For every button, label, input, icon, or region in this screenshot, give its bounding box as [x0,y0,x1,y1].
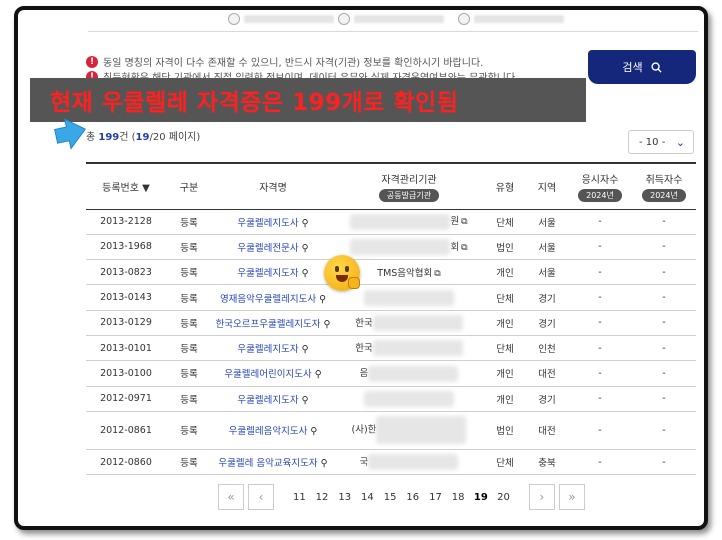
page-link[interactable]: 11 [288,492,311,503]
page-size-select[interactable]: - 10 - ⌄ [628,130,694,154]
page-link[interactable]: 16 [401,492,424,503]
search-icon: ⚲ [301,394,309,406]
certificate-name-link[interactable]: 우쿨렐레음악지도사 ⚲ [212,411,334,449]
header-kind: 유형 [495,182,515,194]
search-icon: ⚲ [301,344,309,356]
certificate-name-link[interactable]: 한국오르프우쿨렐레지도자 ⚲ [212,310,334,335]
chevron-down-icon: ⌄ [675,135,685,149]
org-cell[interactable]: 회 ⧉ [334,234,484,259]
header-acquirers: 취득자수 2024년 [632,163,696,209]
notice-text: 동일 명칭의 자격이 다수 존재할 수 있으니, 반드시 자격(기관) 정보를 … [103,58,484,69]
certificate-table: 등록번호 ▼ 구분 자격명 자격관리기관 공동발급기관 유형 지역 응시자수 2… [86,162,696,475]
last-page-button[interactable]: » [558,484,585,510]
search-icon: ⚲ [314,369,322,381]
org-cell[interactable]: 한국 [334,335,484,360]
table-row: 2012-0860 등록 우쿨렐레 음악교육지도자 ⚲ 국 단체 충북 - - [86,449,696,475]
header-region: 지역 [537,182,557,194]
table-row: 2013-0129 등록 한국오르프우쿨렐레지도자 ⚲ 한국 개인 경기 - - [86,310,696,336]
page-link[interactable]: 18 [447,492,470,503]
notice-line: ! 동일 명칭의 자격이 다수 존재할 수 있으니, 반드시 자격(기관) 정보… [86,54,483,69]
org-cell[interactable]: 음 [334,361,484,386]
org-cell[interactable]: 한국 [334,310,484,335]
page-link[interactable]: 13 [333,492,356,503]
search-label: 검색 [622,61,643,74]
header-org-sub: 공동발급기관 [378,188,440,202]
page-link-current[interactable]: 19 [470,492,493,503]
table-row: 2013-0101 등록 우쿨렐레지도자 ⚲ 한국 단체 인천 - - [86,335,696,361]
table-row: 2012-0971 등록 우쿨렐레지도자 ⚲ 개인 경기 - - [86,386,696,412]
search-icon: ⚲ [301,217,309,229]
org-cell[interactable]: (사)한 [334,411,484,449]
table-row: 2013-0823 등록 우쿨렐레지도자 ⚲ TMS음악협회 ⧉ 개인 서울 - - [86,260,696,285]
header-reg-no[interactable]: 등록번호 ▼ [86,163,166,209]
search-icon: ⚲ [319,293,327,305]
search-icon: ⚲ [310,426,318,438]
table-row: 2013-2128 등록 우쿨렐레지도사 ⚲ 원 ⧉ 단체 서울 - - [86,209,696,235]
search-icon [651,61,662,73]
certificate-name-link[interactable]: 우쿨렐레전문사 ⚲ [212,234,334,259]
certificate-name-link[interactable]: 우쿨렐레지도사 ⚲ [212,209,334,234]
first-page-button[interactable]: « [218,484,244,510]
thumbs-up-emoji-icon [324,255,360,291]
radio-option[interactable] [458,12,564,26]
certificate-name-link[interactable]: 우쿨렐레지도자 ⚲ [212,386,334,411]
page-link[interactable]: 20 [492,492,515,503]
certificate-name-link[interactable]: 우쿨렐레지도자 ⚲ [212,260,334,285]
certificate-name-link[interactable]: 영재음악우쿨렐레지도사 ⚲ [212,285,334,310]
page-link[interactable]: 15 [379,492,402,503]
search-button[interactable]: 검색 [588,50,696,84]
prev-page-button[interactable]: ‹ [248,484,274,510]
next-page-button[interactable]: › [528,484,555,510]
search-icon: ⚲ [320,458,328,470]
warning-icon: ! [86,55,98,68]
header-applicants: 응시자수 2024년 [568,163,632,209]
header-org: 자격관리기관 공동발급기관 [334,163,484,209]
page-link[interactable]: 17 [424,492,447,503]
header-name: 자격명 [259,182,287,194]
external-link-icon: ⧉ [434,269,441,280]
table-row: 2013-0143 등록 영재음악우쿨렐레지도사 ⚲ 단체 경기 - - [86,285,696,311]
table-header-row: 등록번호 ▼ 구분 자격명 자격관리기관 공동발급기관 유형 지역 응시자수 2… [86,163,696,209]
page-size-value: - 10 - [639,136,666,148]
result-count: 총 199건 (19/20 페이지) [86,132,201,143]
search-icon: ⚲ [301,242,309,254]
filter-radio-row [88,10,698,32]
org-cell[interactable]: 원 ⧉ [334,209,484,234]
org-cell[interactable] [334,386,484,411]
overlay-caption: 현재 우쿨렐레 자격증은 199개로 확인됨 [30,78,586,122]
search-icon: ⚲ [301,268,309,280]
certificate-name-link[interactable]: 우쿨렐레 음악교육지도자 ⚲ [212,449,334,474]
table-row: 2013-1968 등록 우쿨렐레전문사 ⚲ 회 ⧉ 법인 서울 - - [86,234,696,260]
page-link[interactable]: 12 [311,492,334,503]
screenshot-frame: ! 동일 명칭의 자격이 다수 존재할 수 있으니, 반드시 자격(기관) 정보… [14,6,708,530]
table-row: 2012-0861 등록 우쿨렐레음악지도사 ⚲ (사)한 법인 대전 - - [86,411,696,450]
header-type: 구분 [179,182,199,194]
radio-option[interactable] [228,12,334,26]
certificate-name-link[interactable]: 우쿨렐레지도자 ⚲ [212,335,334,360]
search-icon: ⚲ [323,318,331,330]
radio-option[interactable] [338,12,444,26]
certificate-name-link[interactable]: 우쿨렐레어린이지도사 ⚲ [212,361,334,386]
pagination: « ‹ 11 12 13 14 15 16 17 18 19 20 › » [218,484,585,510]
table-row: 2013-0100 등록 우쿨렐레어린이지도사 ⚲ 음 개인 대전 - - [86,361,696,387]
external-link-icon: ⧉ [461,217,468,228]
org-cell[interactable]: 국 [334,449,484,474]
external-link-icon: ⧉ [461,242,468,253]
page-link[interactable]: 14 [356,492,379,503]
